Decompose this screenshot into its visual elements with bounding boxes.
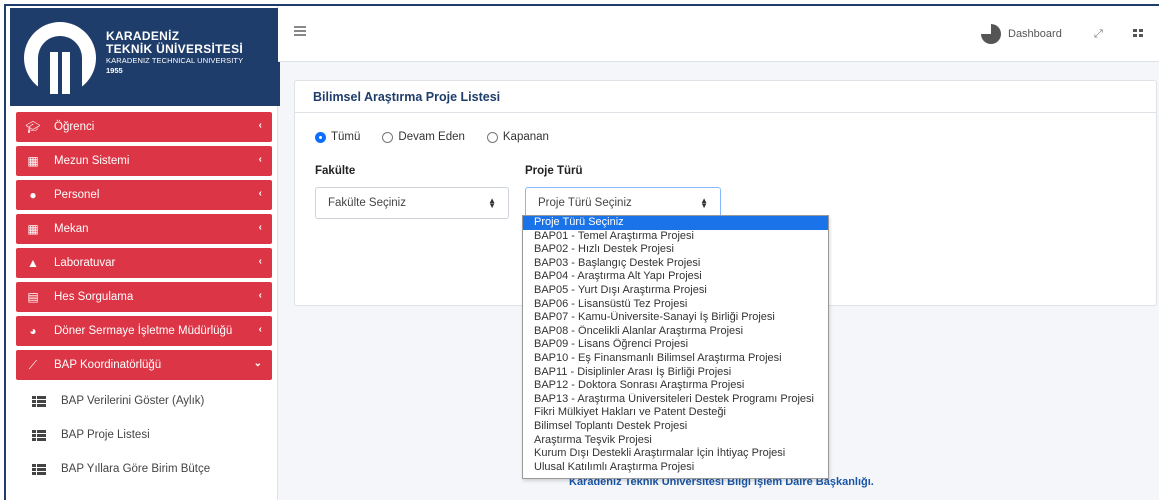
sidebar-item-ogrenci[interactable]: 🎓︎ Öğrenci ‹	[16, 112, 272, 142]
logo-line-2: TEKNİK ÜNİVERSİTESİ	[106, 42, 244, 56]
users-icon: ●	[29, 188, 37, 202]
list-icon	[32, 463, 46, 475]
fakulte-select-value: Fakülte Seçiniz	[328, 197, 406, 209]
dropdown-option[interactable]: BAP08 - Öncelikli Alanlar Araştırma Proj…	[523, 325, 828, 339]
radio-button-checked[interactable]	[315, 131, 326, 143]
sidebar-item-doner-sermaye[interactable]: ◕ Döner Sermaye İşletme Müdürlüğü ‹	[16, 316, 272, 346]
dropdown-option[interactable]: BAP06 - Lisansüstü Tez Projesi	[523, 298, 828, 312]
dropdown-option[interactable]: BAP05 - Yurt Dışı Araştırma Projesi	[523, 284, 828, 298]
line-chart-icon: ⟋	[28, 357, 38, 372]
list-icon	[32, 429, 46, 441]
sidebar-subitem-label: BAP Proje Listesi	[61, 429, 150, 441]
dropdown-option[interactable]: BAP12 - Doktora Sonrası Araştırma Projes…	[523, 379, 828, 393]
dropdown-option[interactable]: BAP11 - Disiplinler Arası İş Birliği Pro…	[523, 366, 828, 380]
proje-turu-dropdown: Proje Türü Seçiniz BAP01 - Temel Araştır…	[522, 215, 829, 479]
dropdown-option[interactable]: Fikri Mülkiyet Hakları ve Patent Desteği	[523, 406, 828, 420]
dropdown-option[interactable]: BAP07 - Kamu-Üniversite-Sanayi İş Birliğ…	[523, 311, 828, 325]
expand-icon[interactable]: ⤢	[1094, 28, 1103, 41]
logo-text: KARADENİZ TEKNİK ÜNİVERSİTESİ KARADENIZ …	[106, 30, 243, 76]
sidebar-item-label: Döner Sermaye İşletme Müdürlüğü	[54, 325, 233, 337]
top-navbar: Dashboard ⤢	[278, 6, 1159, 62]
sidebar-item-personel[interactable]: ● Personel ‹	[16, 180, 272, 210]
chevron-left-icon: ‹	[258, 154, 262, 165]
hamburger-icon[interactable]	[294, 26, 306, 36]
dropdown-option[interactable]: BAP02 - Hızlı Destek Projesi	[523, 243, 828, 257]
radio-label: Kapanan	[502, 131, 549, 143]
sidebar-item-bap-koordinatorlugu[interactable]: ⟋ BAP Koordinatörlüğü ⌄	[16, 350, 272, 380]
flask-icon: ▲	[27, 256, 39, 270]
radio-devam-eden[interactable]: Devam Eden	[382, 131, 465, 143]
sidebar-item-mezun-sistemi[interactable]: ▦ Mezun Sistemi ‹	[16, 146, 272, 176]
chevron-left-icon: ‹	[258, 256, 262, 267]
sidebar-item-hes-sorgulama[interactable]: ▤ Hes Sorgulama ‹	[16, 282, 272, 312]
building-icon: ▦	[27, 222, 39, 236]
dropdown-option[interactable]: BAP13 - Araştırma Üniversiteleri Destek …	[523, 393, 828, 407]
sidebar-item-label: BAP Koordinatörlüğü	[54, 359, 162, 371]
chevron-left-icon: ‹	[258, 324, 262, 335]
sidebar-item-label: Hes Sorgulama	[54, 291, 134, 303]
dashboard-link[interactable]: Dashboard	[981, 24, 1062, 44]
sidebar-item-mekan[interactable]: ▦ Mekan ‹	[16, 214, 272, 244]
dropdown-option[interactable]: Bilimsel Toplantı Destek Projesi	[523, 420, 828, 434]
app-frame: KARADENİZ TEKNİK ÜNİVERSİTESİ KARADENIZ …	[4, 4, 1159, 500]
dropdown-option[interactable]: Kurum Dışı Destekli Araştırmalar İçin İh…	[523, 447, 828, 461]
radio-label: Tümü	[331, 131, 361, 143]
sidebar: KARADENİZ TEKNİK ÜNİVERSİTESİ KARADENIZ …	[6, 6, 280, 500]
select-arrows-icon: ▲ ▼	[700, 196, 708, 210]
proje-turu-select-value: Proje Türü Seçiniz	[538, 197, 632, 209]
dropdown-option[interactable]: Ulusal Katılımlı Araştırma Projesi	[523, 461, 828, 475]
proje-turu-label: Proje Türü	[525, 165, 583, 177]
dashboard-label: Dashboard	[1008, 28, 1062, 40]
sidebar-menu: 🎓︎ Öğrenci ‹ ▦ Mezun Sistemi ‹ ● Persone…	[16, 112, 272, 486]
dropdown-option[interactable]: BAP03 - Başlangıç Destek Projesi	[523, 257, 828, 271]
dropdown-option[interactable]: Proje Türü Seçiniz	[523, 216, 828, 230]
radio-button[interactable]	[486, 131, 498, 143]
chevron-down-icon: ⌄	[253, 358, 262, 369]
dropdown-option[interactable]: BAP01 - Temel Araştırma Projesi	[523, 230, 828, 244]
dropdown-option[interactable]: BAP09 - Lisans Öğrenci Projesi	[523, 338, 828, 352]
chevron-left-icon: ‹	[258, 222, 262, 233]
graduation-cap-icon: 🎓︎	[25, 120, 41, 134]
sidebar-subitem-label: BAP Yıllara Göre Birim Bütçe	[61, 463, 211, 475]
dropdown-option[interactable]: BAP04 - Araştırma Alt Yapı Projesi	[523, 270, 828, 284]
building-icon: ▦	[27, 154, 39, 168]
chevron-left-icon: ‹	[258, 290, 262, 301]
sidebar-item-laboratuvar[interactable]: ▲ Laboratuvar ‹	[16, 248, 272, 278]
sidebar-subitem-bap-birim-butce[interactable]: BAP Yıllara Göre Birim Bütçe	[16, 452, 272, 486]
dropdown-option[interactable]: BAP10 - Eş Finansmanlı Bilimsel Araştırm…	[523, 352, 828, 366]
fakulte-select[interactable]: Fakülte Seçiniz ▲ ▼	[315, 187, 509, 219]
pie-chart-icon: ◕	[29, 324, 37, 338]
sidebar-item-label: Laboratuvar	[54, 257, 116, 269]
sidebar-item-label: Mezun Sistemi	[54, 155, 130, 167]
radio-button[interactable]	[382, 131, 394, 143]
pie-chart-icon	[981, 24, 1001, 44]
id-card-icon: ▤	[27, 290, 39, 304]
ktu-emblem-icon	[24, 22, 96, 94]
list-icon	[32, 395, 46, 407]
chevron-left-icon: ‹	[258, 120, 262, 131]
select-arrows-icon: ▲ ▼	[488, 196, 496, 210]
sidebar-subitem-bap-proje-listesi[interactable]: BAP Proje Listesi	[16, 418, 272, 452]
sidebar-item-label: Personel	[54, 189, 100, 201]
university-logo[interactable]: KARADENİZ TEKNİK ÜNİVERSİTESİ KARADENIZ …	[10, 8, 280, 106]
radio-label: Devam Eden	[398, 131, 465, 143]
fakulte-label: Fakülte	[315, 165, 356, 177]
chevron-left-icon: ‹	[258, 188, 262, 199]
logo-line-4: 1955	[106, 66, 123, 75]
card-title: Bilimsel Araştırma Proje Listesi	[295, 81, 1156, 113]
dropdown-option[interactable]: Araştırma Teşvik Projesi	[523, 434, 828, 448]
sidebar-item-label: Öğrenci	[54, 121, 95, 133]
sidebar-subitem-label: BAP Verilerini Göster (Aylık)	[61, 395, 205, 407]
status-radio-group: Tümü Devam Eden Kapanan	[315, 131, 571, 143]
radio-tumu[interactable]: Tümü	[315, 131, 360, 143]
radio-kapanan[interactable]: Kapanan	[486, 131, 549, 143]
grid-icon[interactable]	[1133, 29, 1143, 37]
logo-line-3: KARADENIZ TECHNICAL UNIVERSITY	[106, 56, 244, 65]
sidebar-item-label: Mekan	[54, 223, 89, 235]
sidebar-subitem-bap-verileri[interactable]: BAP Verilerini Göster (Aylık)	[16, 384, 272, 418]
